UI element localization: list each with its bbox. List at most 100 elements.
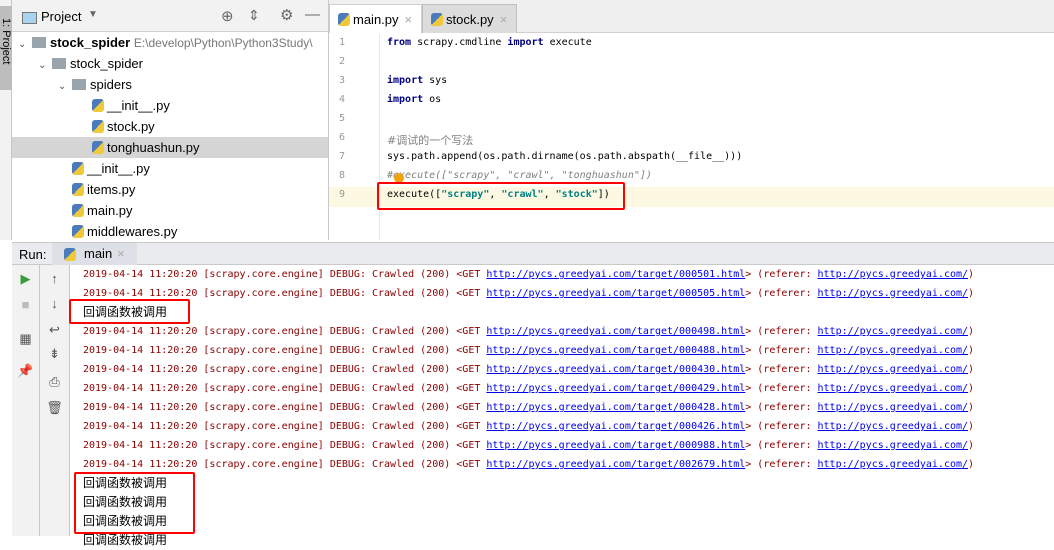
editor: main.py × stock.py × 1 2 3 4 5 6 7 8 9 fro… xyxy=(329,0,1054,240)
soft-wrap-icon[interactable]: ↩ xyxy=(40,322,69,338)
url-link[interactable]: http://pycs.greedyai.com/target/000488.h… xyxy=(486,345,745,356)
editor-tabs: main.py × stock.py × xyxy=(329,0,1054,33)
gear-icon[interactable]: ⚙ xyxy=(280,6,293,24)
url-link[interactable]: http://pycs.greedyai.com/target/000429.h… xyxy=(486,383,745,394)
log-line: 2019-04-14 11:20:20 [scrapy.core.engine]… xyxy=(83,364,975,375)
tool-window-stripe: 1: Project xyxy=(0,0,12,240)
code-comment: #execute(["scrapy", "crawl", "tonghuashu… xyxy=(387,170,652,181)
run-tab-label: main xyxy=(84,246,113,261)
project-title[interactable]: Project xyxy=(41,9,81,24)
project-path: E:\develop\Python\Python3Study\ xyxy=(133,36,313,50)
tree-item-label: stock_spider xyxy=(50,35,131,50)
chevron-down-icon[interactable]: ▼ xyxy=(88,9,98,20)
referer-link[interactable]: http://pycs.greedyai.com/ xyxy=(818,421,969,432)
chevron-down-icon[interactable]: ⌄ xyxy=(58,76,72,97)
run-tab-main[interactable]: main × xyxy=(52,243,137,265)
log-line: 2019-04-14 11:20:20 [scrapy.core.engine]… xyxy=(83,326,975,337)
url-link[interactable]: http://pycs.greedyai.com/target/000988.h… xyxy=(486,440,745,451)
line-number: 2 xyxy=(338,56,345,67)
tree-item[interactable]: main.py xyxy=(12,200,228,221)
project-tool-button[interactable]: 1: Project xyxy=(0,6,12,90)
chevron-down-icon[interactable]: ⌄ xyxy=(18,34,32,55)
python-file-icon xyxy=(72,225,84,238)
python-icon xyxy=(64,248,76,261)
line-number: 4 xyxy=(338,94,345,105)
tree-item[interactable]: __init__.py xyxy=(12,158,228,179)
highlight-box xyxy=(74,472,195,534)
folder-icon xyxy=(72,79,86,90)
run-tool-header: Run: main × xyxy=(12,242,1054,265)
log-line: 2019-04-14 11:20:20 [scrapy.core.engine]… xyxy=(83,402,975,413)
url-link[interactable]: http://pycs.greedyai.com/target/000498.h… xyxy=(486,326,745,337)
code-line: import sys xyxy=(387,75,448,86)
url-link[interactable]: http://pycs.greedyai.com/target/000426.h… xyxy=(486,421,745,432)
tree-item-label: main.py xyxy=(87,203,133,218)
python-file-icon xyxy=(72,204,84,217)
referer-link[interactable]: http://pycs.greedyai.com/ xyxy=(818,364,969,375)
arrow-up-icon[interactable]: ↑ xyxy=(40,271,69,286)
trash-icon[interactable]: 🗑 xyxy=(40,400,69,416)
url-link[interactable]: http://pycs.greedyai.com/target/000501.h… xyxy=(486,269,745,280)
line-number: 1 xyxy=(338,37,345,48)
line-number: 7 xyxy=(338,151,345,162)
referer-link[interactable]: http://pycs.greedyai.com/ xyxy=(818,345,969,356)
referer-link[interactable]: http://pycs.greedyai.com/ xyxy=(818,383,969,394)
chevron-down-icon[interactable]: ⌄ xyxy=(38,55,52,76)
code-comment: #调试的一个写法 xyxy=(387,134,474,147)
line-number: 5 xyxy=(338,113,345,124)
python-file-icon xyxy=(338,13,350,26)
tree-item-label: __init__.py xyxy=(107,98,170,113)
project-header: Project ▼ ⊕ ⇕ ⚙ — xyxy=(12,0,328,32)
console-output[interactable]: 2019-04-14 11:20:20 [scrapy.core.engine]… xyxy=(70,265,1054,547)
log-line: 2019-04-14 11:20:20 [scrapy.core.engine]… xyxy=(83,440,975,451)
log-line: 2019-04-14 11:20:20 [scrapy.core.engine]… xyxy=(83,383,975,394)
referer-link[interactable]: http://pycs.greedyai.com/ xyxy=(818,288,969,299)
tree-item[interactable]: stock.py xyxy=(12,116,328,137)
url-link[interactable]: http://pycs.greedyai.com/target/002679.h… xyxy=(486,459,745,470)
tree-item[interactable]: middlewares.py xyxy=(12,221,228,242)
tree-item-label: spiders xyxy=(90,77,132,92)
close-icon[interactable]: × xyxy=(405,12,413,27)
url-link[interactable]: http://pycs.greedyai.com/target/000430.h… xyxy=(486,364,745,375)
tree-item[interactable]: ⌄ spiders xyxy=(12,74,328,95)
referer-link[interactable]: http://pycs.greedyai.com/ xyxy=(818,326,969,337)
layout-icon[interactable]: ▦ xyxy=(12,331,39,347)
folder-icon xyxy=(32,37,46,48)
code-line: import os xyxy=(387,94,442,105)
project-panel: Project ▼ ⊕ ⇕ ⚙ — ⌄ stock_spider E:\devel… xyxy=(12,0,329,240)
close-icon[interactable]: × xyxy=(500,12,508,27)
log-line: 2019-04-14 11:20:20 [scrapy.core.engine]… xyxy=(83,345,975,356)
tab-stock-py[interactable]: stock.py × xyxy=(422,4,517,33)
tree-item-label: stock_spider xyxy=(70,56,143,71)
collapse-all-icon[interactable]: ⇕ xyxy=(248,7,260,24)
referer-link[interactable]: http://pycs.greedyai.com/ xyxy=(818,440,969,451)
line-number: 9 xyxy=(338,189,345,200)
rerun-icon[interactable]: ▶ xyxy=(12,271,39,287)
tab-main-py[interactable]: main.py × xyxy=(329,4,422,33)
referer-link[interactable]: http://pycs.greedyai.com/ xyxy=(818,459,969,470)
scroll-to-end-icon[interactable]: ⇟ xyxy=(40,346,69,362)
url-link[interactable]: http://pycs.greedyai.com/target/000505.h… xyxy=(486,288,745,299)
referer-link[interactable]: http://pycs.greedyai.com/ xyxy=(818,269,969,280)
close-icon[interactable]: × xyxy=(117,246,125,261)
url-link[interactable]: http://pycs.greedyai.com/target/000428.h… xyxy=(486,402,745,413)
tree-item[interactable]: tonghuashun.py xyxy=(12,137,328,158)
tree-item[interactable]: ⌄ stock_spider xyxy=(12,53,328,74)
line-number: 3 xyxy=(338,75,345,86)
tree-item[interactable]: items.py xyxy=(12,179,228,200)
line-number: 8 xyxy=(338,170,345,181)
tree-item[interactable]: ⌄ stock_spider E:\develop\Python\Python3S… xyxy=(12,32,328,53)
locate-icon[interactable]: ⊕ xyxy=(221,7,234,25)
tree-item-label: __init__.py xyxy=(87,161,150,176)
python-file-icon xyxy=(92,120,104,133)
stop-icon[interactable]: ■ xyxy=(12,297,39,312)
arrow-down-icon[interactable]: ↓ xyxy=(40,296,69,311)
minimize-icon[interactable]: — xyxy=(305,6,320,23)
python-file-icon xyxy=(72,162,84,175)
tree-item[interactable]: __init__.py xyxy=(12,95,328,116)
line-number: 6 xyxy=(338,132,345,143)
pin-icon[interactable]: 📌 xyxy=(12,363,39,379)
print-icon[interactable]: ⎙ xyxy=(40,374,69,390)
log-line: 2019-04-14 11:20:20 [scrapy.core.engine]… xyxy=(83,421,975,432)
referer-link[interactable]: http://pycs.greedyai.com/ xyxy=(818,402,969,413)
